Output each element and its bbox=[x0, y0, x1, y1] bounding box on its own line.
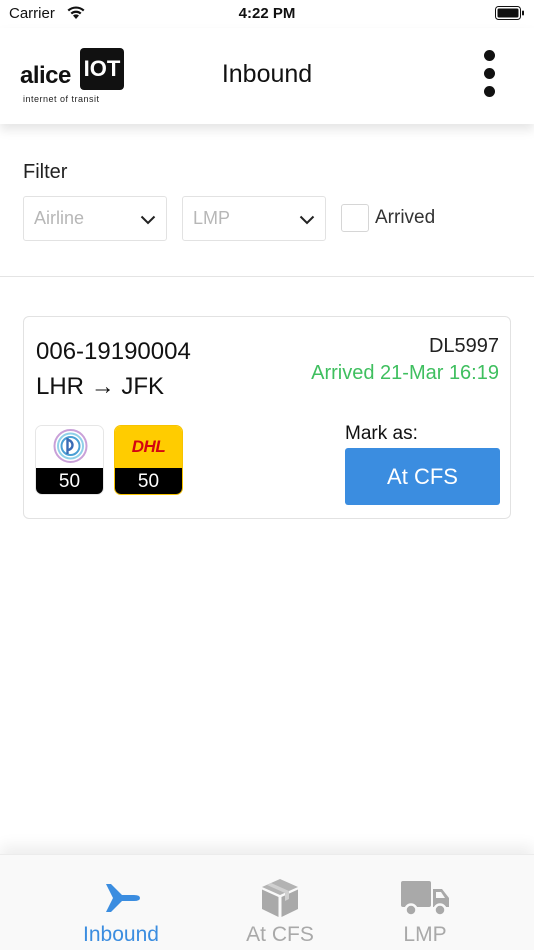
tab-lmp[interactable]: LMP bbox=[345, 855, 505, 950]
package-icon bbox=[200, 877, 360, 919]
mark-at-cfs-button[interactable]: At CFS bbox=[345, 448, 500, 505]
carrier-badge-dhl: DHL 50 bbox=[114, 425, 183, 495]
status-bar: Carrier 4:22 PM bbox=[0, 0, 534, 28]
arrival-status: Arrived 21-Mar 16:19 bbox=[311, 362, 499, 384]
awb-number: 006-19190004 bbox=[36, 338, 191, 365]
carrier-badge-pitney-bowes: 50 bbox=[35, 425, 104, 495]
lmp-select[interactable]: LMP bbox=[182, 196, 326, 241]
shipment-card[interactable]: 006-19190004 LHR → JFK DL5997 Arrived 21… bbox=[23, 316, 511, 519]
mark-as-label: Mark as: bbox=[345, 423, 418, 444]
app-header: alice IOT internet of transit Inbound bbox=[0, 28, 534, 124]
divider bbox=[0, 276, 534, 277]
tab-inbound[interactable]: Inbound bbox=[41, 855, 201, 950]
tab-at-cfs[interactable]: At CFS bbox=[200, 855, 360, 950]
destination-code: JFK bbox=[121, 373, 165, 400]
airline-select-placeholder: Airline bbox=[34, 208, 85, 228]
tab-inbound-label: Inbound bbox=[83, 923, 159, 946]
arrived-checkbox[interactable] bbox=[341, 204, 369, 232]
logo-tagline: internet of transit bbox=[23, 94, 100, 104]
more-vertical-icon[interactable] bbox=[482, 50, 496, 104]
dhl-logo: DHL bbox=[115, 426, 182, 470]
chevron-down-icon bbox=[140, 212, 156, 230]
filter-label: Filter bbox=[23, 161, 68, 183]
pitney-bowes-logo bbox=[36, 426, 103, 470]
airplane-icon bbox=[41, 877, 201, 919]
tab-lmp-label: LMP bbox=[403, 923, 447, 946]
chevron-down-icon bbox=[299, 212, 315, 230]
battery-icon bbox=[495, 6, 525, 20]
airline-select[interactable]: Airline bbox=[23, 196, 167, 241]
truck-icon bbox=[345, 877, 505, 919]
arrow-right-icon: → bbox=[90, 373, 115, 400]
tab-at-cfs-label: At CFS bbox=[246, 923, 314, 946]
page-title: Inbound bbox=[221, 60, 313, 88]
dhl-logo-text: DHL bbox=[131, 437, 166, 456]
flight-number: DL5997 bbox=[428, 335, 499, 357]
status-time: 4:22 PM bbox=[238, 5, 296, 22]
route: LHR → JFK bbox=[36, 373, 164, 401]
arrived-checkbox-label[interactable]: Arrived bbox=[375, 207, 435, 229]
carrier-count: 50 bbox=[115, 468, 182, 494]
carrier-count: 50 bbox=[36, 468, 103, 494]
lmp-select-placeholder: LMP bbox=[193, 208, 231, 228]
origin-code: LHR bbox=[36, 373, 85, 400]
tab-bar: Inbound At CFS LMP bbox=[0, 854, 534, 950]
